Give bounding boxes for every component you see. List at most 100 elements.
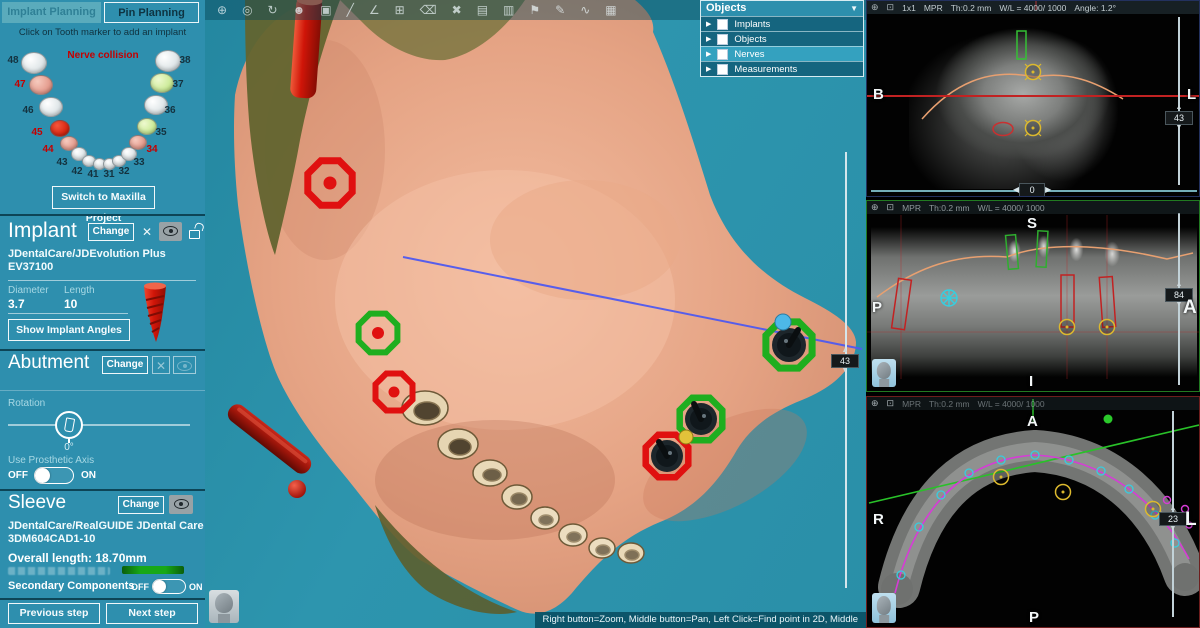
objects-row-implants[interactable]: ▶Implants (701, 16, 863, 31)
camera-icon[interactable]: ⊡ (887, 398, 895, 409)
3d-slider-handle[interactable]: ▲ 43 ▼ (831, 348, 859, 374)
line-measure-icon[interactable]: ╱ (347, 0, 354, 20)
divider (0, 214, 205, 216)
secondary-off-label: OFF (131, 582, 149, 592)
camera-icon[interactable]: ⊡ (887, 2, 895, 13)
sleeve-dot-yellow[interactable] (679, 430, 693, 444)
camera-icon[interactable]: ⊡ (887, 202, 895, 213)
close-icon: ✕ (156, 359, 166, 373)
cross-slider-track[interactable] (1178, 17, 1180, 185)
toggle-knob (35, 468, 50, 483)
window-level-label: W/L = 4000/ 1000 (978, 203, 1045, 213)
visibility-checkbox[interactable] (717, 64, 728, 75)
secondary-components-toggle[interactable] (152, 579, 186, 594)
show-implant-angles-button[interactable]: Show Implant Angles (8, 319, 130, 341)
implant-visibility-button[interactable] (159, 222, 182, 241)
tooth-number-34: 34 (143, 144, 161, 155)
expand-icon[interactable]: ▶ (706, 65, 711, 73)
tooth-number-46: 46 (19, 105, 37, 116)
snapshot-icon[interactable]: ▤ (477, 0, 488, 20)
divider (8, 313, 128, 314)
tooth-marker-47[interactable] (29, 75, 53, 95)
expand-icon[interactable]: ▶ (706, 35, 711, 43)
layout-icon[interactable]: ▥ (503, 0, 514, 20)
draw-icon[interactable]: ✎ (555, 0, 565, 20)
divider (0, 598, 205, 600)
axial-slider-value: 23 (1159, 512, 1187, 526)
patient-icon[interactable]: ☻ (293, 0, 306, 20)
switch-to-maxilla-button[interactable]: Switch to Maxilla Project (52, 186, 155, 209)
cross-section-view[interactable]: ⊕ ⊡ 1x1 MPR Th:0.2 mm W/L = 4000/ 1000 A… (866, 0, 1200, 197)
objects-row-measurements[interactable]: ▶Measurements (701, 61, 863, 76)
axial-slider-handle[interactable]: ▲ 23 ▼ (1159, 506, 1187, 532)
rotation-label: Rotation (8, 398, 45, 409)
implant-marker-green-3[interactable] (766, 322, 812, 368)
cross-pan-slider-handle[interactable]: ◀ 0 ▶ (1013, 183, 1051, 197)
visibility-checkbox[interactable] (717, 49, 728, 60)
chevron-down-icon: ▼ (850, 1, 858, 16)
tooth-number-36: 36 (161, 105, 179, 116)
cross-overlays (867, 1, 1200, 197)
objects-panel-header[interactable]: Objects ▼ (701, 1, 863, 16)
pan-icon[interactable]: ⊕ (871, 202, 879, 213)
tooth-marker-46[interactable] (39, 97, 63, 117)
axial-overlays (867, 397, 1200, 628)
axial-view[interactable]: ⊕ ⊡ MPR Th:0.2 mm W/L = 4000/ 1000 (866, 396, 1200, 628)
abutment-off-label: OFF (8, 470, 28, 481)
orientation-label-p: P (1029, 609, 1039, 626)
curve-icon[interactable]: ∿ (580, 0, 590, 20)
view-header: ⊕ ⊡ MPR Th:0.2 mm W/L = 4000/ 1000 (867, 397, 1199, 410)
sleeve-change-button[interactable]: Change (118, 496, 164, 514)
pan-icon[interactable]: ⊕ (217, 0, 227, 20)
diameter-value: 3.7 (8, 297, 25, 311)
overall-length-value: Overall length: 18.70mm (8, 551, 147, 565)
angle-measure-icon[interactable]: ∠ (369, 0, 380, 20)
nerve-collision-warning: Nerve collision (40, 50, 166, 61)
expand-icon[interactable]: ▶ (706, 20, 711, 28)
flag-icon[interactable]: ⚑ (529, 0, 540, 20)
orientation-head-icon[interactable] (872, 593, 896, 623)
volume-icon[interactable]: ▣ (320, 0, 331, 20)
grid-icon[interactable]: ▦ (605, 0, 616, 20)
diameter-label: Diameter (8, 285, 49, 296)
zoom-icon[interactable]: ◎ (242, 0, 252, 20)
abutment-remove-button[interactable]: ✕ (152, 356, 170, 374)
orientation-label-a: A (1027, 413, 1038, 430)
abutment-visibility-button[interactable] (173, 356, 196, 374)
prosthetic-axis-toggle[interactable] (34, 467, 74, 484)
previous-step-button[interactable]: Previous step (8, 603, 100, 624)
next-step-button[interactable]: Next step (106, 603, 198, 624)
sleeve-dot-blue[interactable] (775, 314, 791, 330)
expand-icon[interactable]: ▶ (706, 50, 711, 58)
rotate-icon[interactable]: ↻ (268, 0, 278, 20)
pan-icon[interactable]: ⊕ (871, 398, 879, 409)
rotation-slider-track[interactable] (8, 424, 190, 426)
orientation-head-icon[interactable] (872, 359, 896, 387)
delete-icon[interactable]: ✖ (452, 0, 462, 20)
implant-remove-button[interactable]: ✕ (138, 223, 156, 241)
rotation-dial[interactable] (55, 411, 83, 439)
implant-tool-icon[interactable]: ⊞ (395, 0, 405, 20)
sleeve-visibility-button[interactable] (169, 495, 193, 514)
visibility-checkbox[interactable] (717, 34, 728, 45)
visibility-checkbox[interactable] (717, 19, 728, 30)
tab-pin-planning[interactable]: Pin Planning (104, 2, 199, 23)
implant-change-button[interactable]: Change (88, 223, 134, 241)
length-label: Length (64, 285, 95, 296)
pan-icon[interactable]: ⊕ (871, 2, 879, 13)
abutment-change-button[interactable]: Change (102, 356, 148, 374)
implant-lock-button[interactable] (186, 222, 202, 241)
orientation-head-icon[interactable] (209, 590, 239, 623)
panoramic-view[interactable]: ⊕ ⊡ MPR Th:0.2 mm W/L = 4000/ 1000 (866, 200, 1200, 392)
objects-row-objects[interactable]: ▶Objects (701, 31, 863, 46)
tooth-number-44: 44 (39, 144, 57, 155)
cross-slider-handle[interactable]: ▲ 43 ▼ (1165, 105, 1193, 131)
tab-implant-planning[interactable]: Implant Planning (2, 2, 101, 23)
tooth-marker-45[interactable] (50, 120, 70, 137)
viewport-3d[interactable]: ⊕ ◎ ↻ ☻ ▣ ╱ ∠ ⊞ ⌫ ✖ ▤ ▥ ⚑ ✎ ∿ ▦ (205, 0, 866, 628)
objects-row-nerves[interactable]: ▶Nerves (701, 46, 863, 61)
tooth-number-38: 38 (176, 55, 194, 66)
orientation-label-i: I (1029, 373, 1033, 390)
eraser-icon[interactable]: ⌫ (420, 0, 437, 20)
sleeve-slider-bar[interactable] (122, 566, 184, 574)
